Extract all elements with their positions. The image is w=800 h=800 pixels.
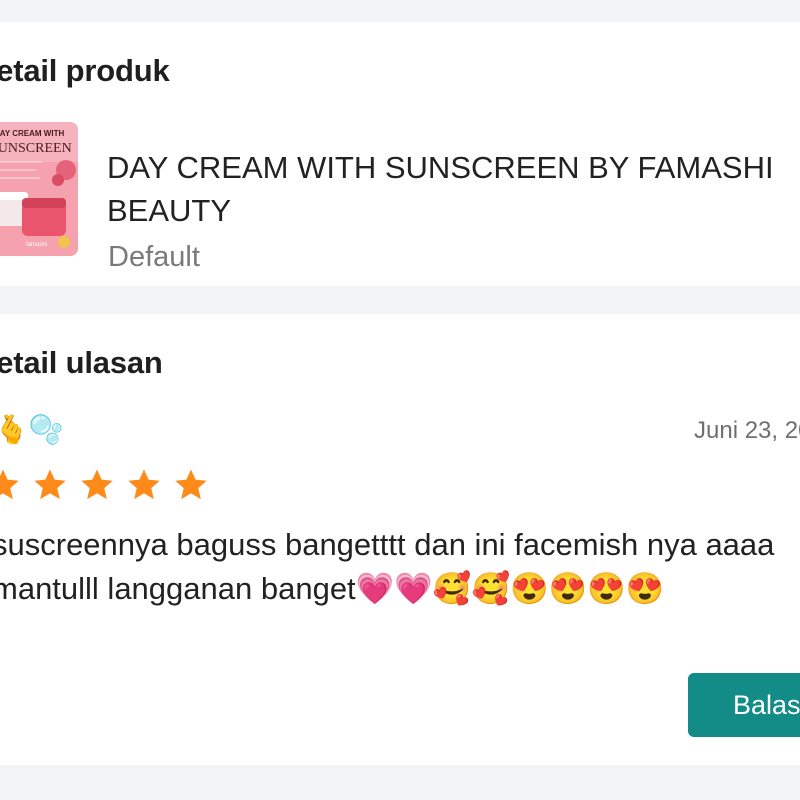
star-icon — [34, 469, 66, 500]
star-icon — [175, 469, 207, 500]
product-image-icon: DAY CREAM WITH SUNSCREEN famashi — [0, 122, 78, 256]
image-text-2: SUNSCREEN — [0, 141, 72, 156]
star-icon — [0, 469, 19, 500]
star-icon — [81, 469, 113, 500]
review-text: suscreennya baguss bangetttt dan ini fac… — [0, 527, 775, 606]
reviewer-name: 🫰🫧 — [0, 414, 64, 445]
svg-text:famashi: famashi — [26, 242, 47, 248]
review-detail-card: Detail ulasan 🫰🫧 Juni 23, 2024 suscreenn… — [0, 314, 800, 765]
star-rating — [0, 466, 210, 504]
product-section-title: Detail produk — [0, 53, 170, 88]
product-detail-card: Detail produk DAY CREAM WITH SUNSCREEN f… — [0, 22, 800, 286]
star-icon — [128, 469, 160, 500]
image-text-1: DAY CREAM WITH — [0, 129, 64, 138]
product-variant: Default — [108, 241, 200, 273]
reply-button[interactable]: Balas — [688, 673, 800, 737]
product-name[interactable]: DAY CREAM WITH SUNSCREEN BY FAMASHI BEAU… — [107, 146, 800, 232]
review-date: Juni 23, 2024 — [694, 417, 800, 444]
review-section-title: Detail ulasan — [0, 345, 163, 380]
product-thumbnail[interactable]: DAY CREAM WITH SUNSCREEN famashi — [0, 122, 78, 256]
